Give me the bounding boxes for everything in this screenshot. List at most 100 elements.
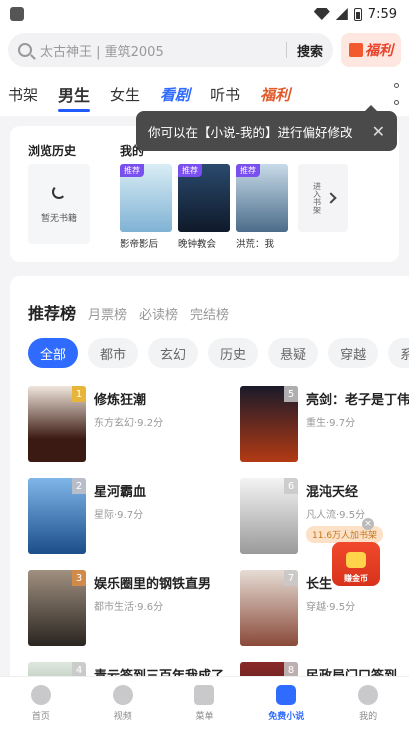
tab-bookshelf[interactable]: 书架 [8,84,38,105]
enter-bookshelf-button[interactable]: 进入书架 [298,164,348,232]
book-meta: 重生·9.7分 [306,418,356,429]
chip-system[interactable]: 系统 [388,338,409,368]
nav-home[interactable]: 首页 [0,677,82,729]
search-input[interactable]: 太古神王 | 重筑2005 搜索 [8,33,333,67]
rank-item[interactable]: 3 娱乐圈里的钢铁直男 都市生活·9.6分 [28,570,228,650]
search-row: 太古神王 | 重筑2005 搜索 福利 [0,28,409,72]
ranking-tabs: 推荐榜 月票榜 必读榜 完结榜 [28,300,229,324]
search-divider [285,42,287,58]
tooltip-text: 你可以在【小说-我的】进行偏好修改 [148,124,353,140]
search-button[interactable]: 搜索 [297,41,323,60]
book-cover: 7 [240,570,298,646]
empty-text: 暂无书籍 [40,213,77,224]
tab-female[interactable]: 女生 [110,84,140,105]
history-empty: 暂无书籍 [28,164,90,244]
search-placeholder: 太古神王 | 重筑2005 [40,44,164,60]
recommend-badge: 推荐 [120,164,144,177]
shelf-book[interactable]: 推荐 晚钟教会 [178,164,230,250]
rank-number: 2 [72,478,86,494]
earn-coins-label: 赚金币 [344,574,368,583]
book-cover: 2 [28,478,86,554]
nav-label: 菜单 [195,711,214,722]
nav-label: 免费小说 [268,711,305,722]
rank-number: 6 [284,478,298,494]
shelf-book[interactable]: 推荐 洪荒：我 [236,164,288,250]
chip-history[interactable]: 历史 [208,338,259,368]
tab-must-read-rank[interactable]: 必读榜 [139,304,178,323]
book-title: 影帝影后 [120,239,159,250]
chip-fantasy[interactable]: 玄幻 [148,338,199,368]
recommend-badge: 推荐 [236,164,260,177]
home-icon [30,684,51,705]
coin-reward-widget[interactable]: 11.6万人加书架 × 赚金币 [306,518,390,590]
book-title: 晚钟教会 [178,239,217,250]
nav-mine[interactable]: 我的 [327,677,409,729]
status-bar: 7:59 [0,0,409,28]
play-icon [112,684,133,705]
nav-label: 视频 [113,711,132,722]
red-envelope-icon: 赚金币 [332,542,380,586]
chip-suspense[interactable]: 悬疑 [268,338,319,368]
book-cover: 3 [28,570,86,646]
nav-menu[interactable]: 菜单 [164,677,246,729]
welfare-label: 福利 [365,43,393,59]
book-title: 洪荒：我 [236,239,275,250]
book-cover: 推荐 [236,164,288,232]
status-time: 7:59 [367,6,397,22]
nav-label: 首页 [31,711,50,722]
book-meta: 穿越·9.5分 [306,602,356,613]
chevron-right-icon [324,192,337,204]
battery-icon [353,7,362,21]
rank-item[interactable]: 1 修炼狂潮 东方玄幻·9.2分 [28,386,228,466]
tab-monthly-rank[interactable]: 月票榜 [88,304,127,323]
signal-icon [335,8,348,20]
ranking-card: 推荐榜 月票榜 必读榜 完结榜 全部 都市 玄幻 历史 悬疑 穿越 系统 1 修… [10,276,409,696]
preference-tooltip: 你可以在【小说-我的】进行偏好修改 ✕ [136,105,397,151]
chip-all[interactable]: 全部 [28,338,79,368]
book-title: 娱乐圈里的钢铁直男 [94,577,212,592]
chip-urban[interactable]: 都市 [88,338,139,368]
rank-number: 7 [284,570,298,586]
more-options-icon[interactable] [391,83,401,105]
recommend-badge: 推荐 [178,164,202,177]
book-title: 星河霸血 [94,485,147,500]
book-cover: 推荐 [120,164,172,232]
tab-welfare[interactable]: 福利 [260,84,290,105]
search-icon [18,43,32,57]
menu-icon [194,684,215,705]
book-title: 修炼狂潮 [94,393,147,408]
channel-tabs: 书架 男生 女生 看剧 听书 福利 [0,72,409,116]
rank-number: 5 [284,386,298,402]
tab-drama[interactable]: 看剧 [160,84,190,105]
tab-male[interactable]: 男生 [58,82,91,112]
book-cover: 推荐 [178,164,230,232]
book-title: 混沌天经 [306,485,359,500]
chip-time-travel[interactable]: 穿越 [328,338,379,368]
shelf-book[interactable]: 推荐 影帝影后 [120,164,172,250]
book-meta: 东方玄幻·9.2分 [94,418,164,429]
profile-icon [358,684,379,705]
history-title: 浏览历史 [28,144,77,158]
welfare-button[interactable]: 福利 [341,33,401,67]
loading-icon [52,184,66,199]
nav-video[interactable]: 视频 [82,677,164,729]
category-chips: 全部 都市 玄幻 历史 悬疑 穿越 系统 [28,338,409,368]
close-icon[interactable]: × [362,518,374,530]
tab-audiobook[interactable]: 听书 [210,84,240,105]
notification-icon [10,7,24,21]
rank-item[interactable]: 2 星河霸血 星际·9.7分 [28,478,228,558]
book-cover: 5 [240,386,298,462]
rank-item[interactable]: 5 亮剑：老子是丁伟 重生·9.7分 [240,386,409,466]
tab-completed-rank[interactable]: 完结榜 [190,304,229,323]
gift-icon [349,43,363,57]
book-icon [276,684,297,705]
book-title: 长生 [306,577,333,592]
status-indicators: 7:59 [313,6,397,22]
book-meta: 都市生活·9.6分 [94,602,164,613]
close-icon[interactable]: ✕ [372,122,385,141]
tab-recommend-rank[interactable]: 推荐榜 [28,300,76,324]
book-title: 亮剑：老子是丁伟 [306,393,409,408]
bottom-navigation: 首页 视频 菜单 免费小说 我的 [0,676,409,729]
book-meta: 凡人流·9.5分 [306,510,366,521]
nav-free-novel[interactable]: 免费小说 [245,677,327,729]
